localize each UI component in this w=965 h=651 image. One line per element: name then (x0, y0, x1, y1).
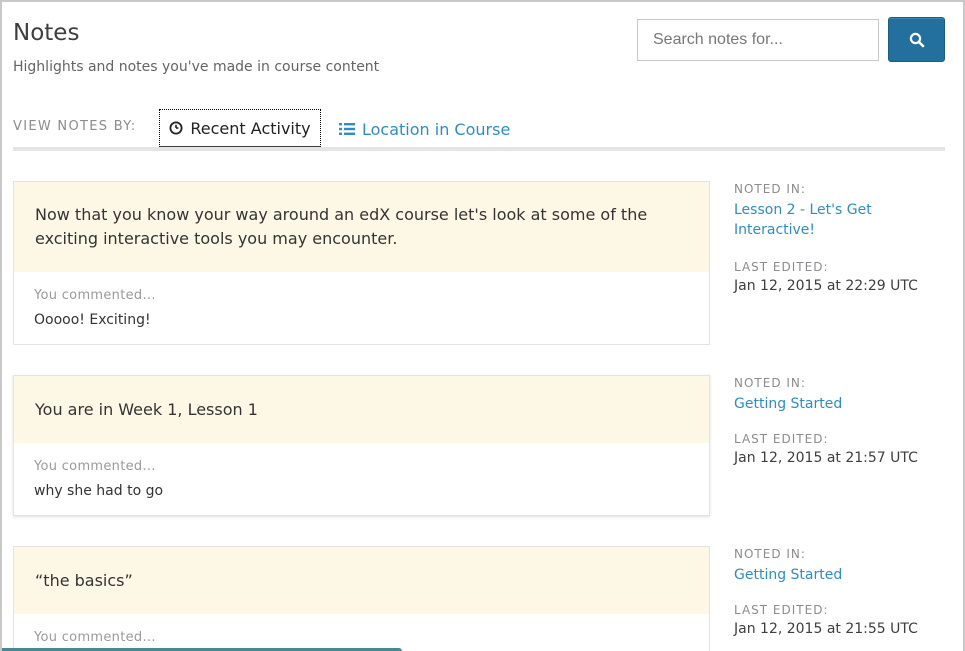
note-comment-section: You commented... Ooooo! Exciting! (14, 272, 709, 328)
note-card: “the basics” You commented... (13, 546, 710, 651)
comment-label: You commented... (34, 288, 156, 303)
last-edited-date: Jan 12, 2015 at 21:55 UTC (734, 621, 918, 637)
comment-text: why she had to go (34, 483, 164, 499)
note-meta: NOTED IN: Getting Started LAST EDITED: J… (734, 376, 954, 466)
notes-page: Notes Highlights and notes you've made i… (0, 0, 965, 651)
note-card: Now that you know your way around an edX… (13, 181, 710, 345)
noted-in-link[interactable]: Getting Started (734, 394, 954, 414)
note-comment-section: You commented... why she had to go (14, 443, 709, 499)
comment-label: You commented... (34, 630, 156, 645)
comment-label: You commented... (34, 459, 156, 474)
note-excerpt: “the basics” (14, 547, 709, 614)
last-edited-label: LAST EDITED: (734, 603, 829, 617)
comment-text: Ooooo! Exciting! (34, 312, 151, 328)
list-icon (339, 122, 355, 136)
view-notes-by-label: VIEW NOTES BY: (13, 119, 137, 134)
page-subtitle: Highlights and notes you've made in cour… (13, 59, 380, 75)
last-edited-date: Jan 12, 2015 at 21:57 UTC (734, 450, 918, 466)
search-input[interactable] (637, 19, 879, 61)
noted-in-link[interactable]: Lesson 2 - Let's Get Interactive! (734, 200, 874, 240)
tab-location-in-course[interactable]: Location in Course (339, 109, 510, 149)
note-meta: NOTED IN: Lesson 2 - Let's Get Interacti… (734, 182, 954, 294)
search-button[interactable] (888, 17, 945, 62)
note-excerpt: Now that you know your way around an edX… (14, 182, 709, 272)
note-comment-section: You commented... (14, 614, 709, 645)
page-title: Notes (13, 20, 80, 46)
tabs-divider (13, 147, 945, 151)
note-excerpt: You are in Week 1, Lesson 1 (14, 376, 709, 443)
clock-icon (169, 121, 183, 135)
tab-recent-activity[interactable]: Recent Activity (159, 109, 321, 149)
noted-in-label: NOTED IN: (734, 547, 806, 561)
last-edited-date: Jan 12, 2015 at 22:29 UTC (734, 278, 918, 294)
note-meta: NOTED IN: Getting Started LAST EDITED: J… (734, 547, 954, 637)
search-icon (909, 32, 924, 47)
note-card: You are in Week 1, Lesson 1 You commente… (13, 375, 710, 516)
noted-in-label: NOTED IN: (734, 182, 806, 196)
tab-location-in-course-label: Location in Course (362, 119, 511, 139)
last-edited-label: LAST EDITED: (734, 260, 829, 274)
tab-recent-activity-label: Recent Activity (190, 118, 311, 138)
last-edited-label: LAST EDITED: (734, 432, 829, 446)
noted-in-link[interactable]: Getting Started (734, 565, 954, 585)
noted-in-label: NOTED IN: (734, 376, 806, 390)
